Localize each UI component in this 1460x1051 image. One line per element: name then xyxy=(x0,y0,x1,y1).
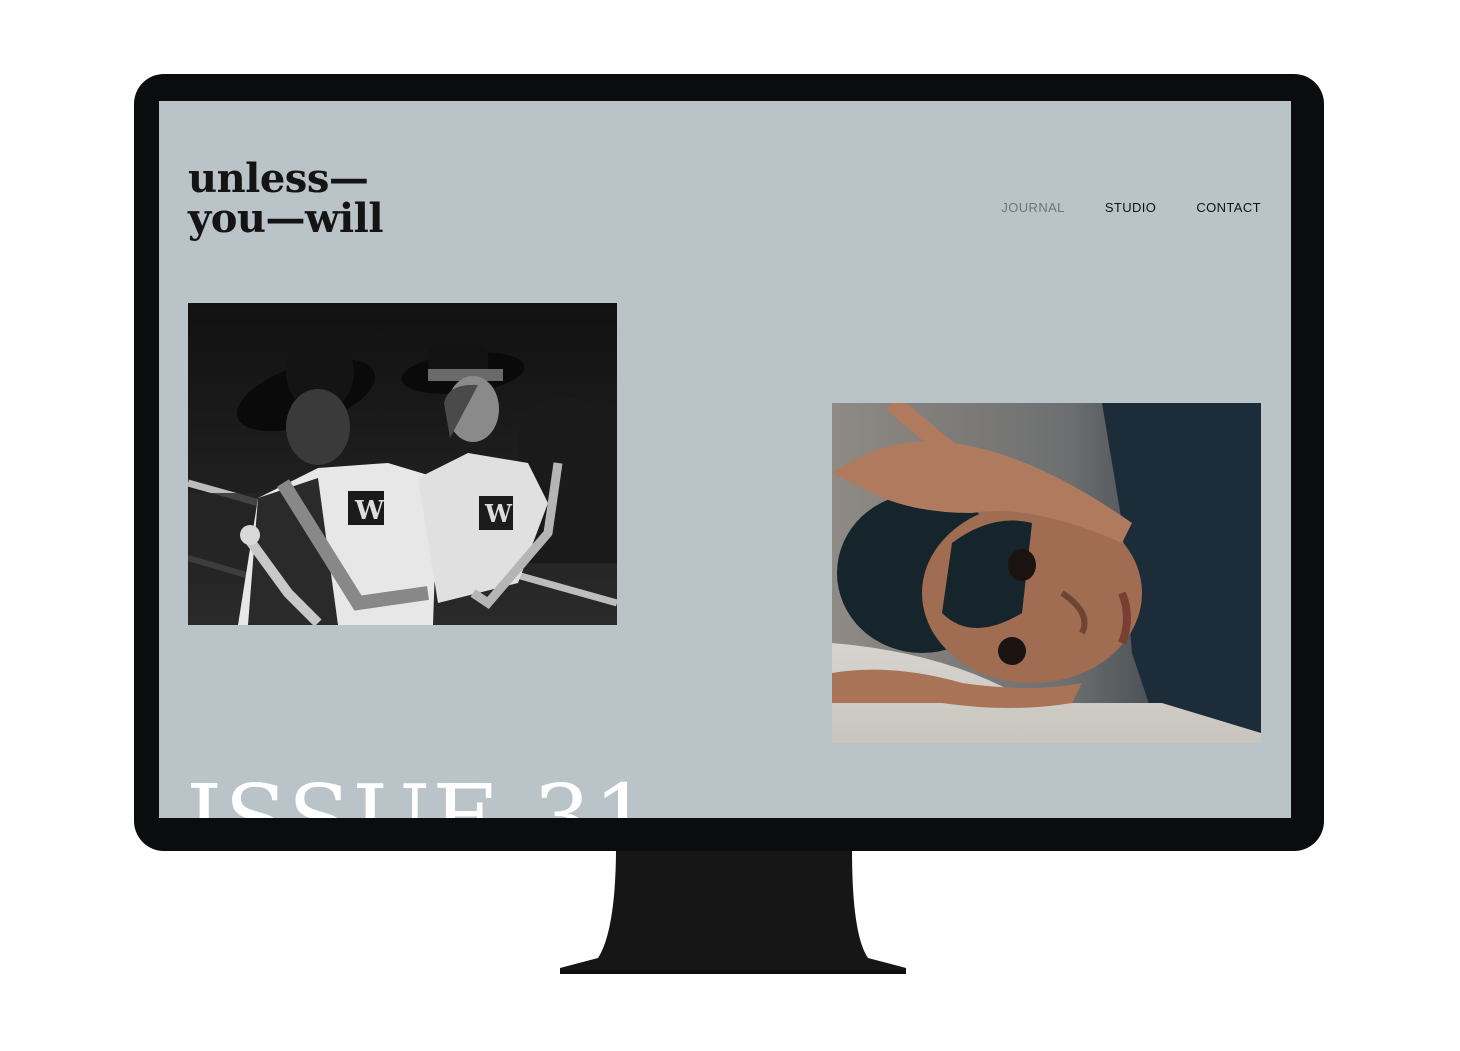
band-members-photo[interactable]: W W xyxy=(188,303,617,625)
nav-contact-link[interactable]: CONTACT xyxy=(1196,200,1261,215)
monitor-mockup: unless— you—will JOURNAL STUDIO CONTACT xyxy=(0,0,1460,1051)
svg-text:W: W xyxy=(484,499,513,528)
issue-heading: ISSUE 31 xyxy=(186,773,654,819)
website-screen: unless— you—will JOURNAL STUDIO CONTACT xyxy=(159,101,1291,818)
svg-text:W: W xyxy=(354,496,385,526)
logo-line-1: unless— xyxy=(188,155,369,202)
nav-journal-link[interactable]: JOURNAL xyxy=(1001,200,1064,215)
nav-studio-link[interactable]: STUDIO xyxy=(1105,200,1157,215)
logo-line-2: you—will xyxy=(188,195,384,242)
main-nav: JOURNAL STUDIO CONTACT xyxy=(1001,200,1261,215)
site-logo[interactable]: unless— you—will xyxy=(188,155,384,242)
portrait-photo[interactable] xyxy=(832,403,1261,743)
monitor-bezel: unless— you—will JOURNAL STUDIO CONTACT xyxy=(134,74,1324,851)
